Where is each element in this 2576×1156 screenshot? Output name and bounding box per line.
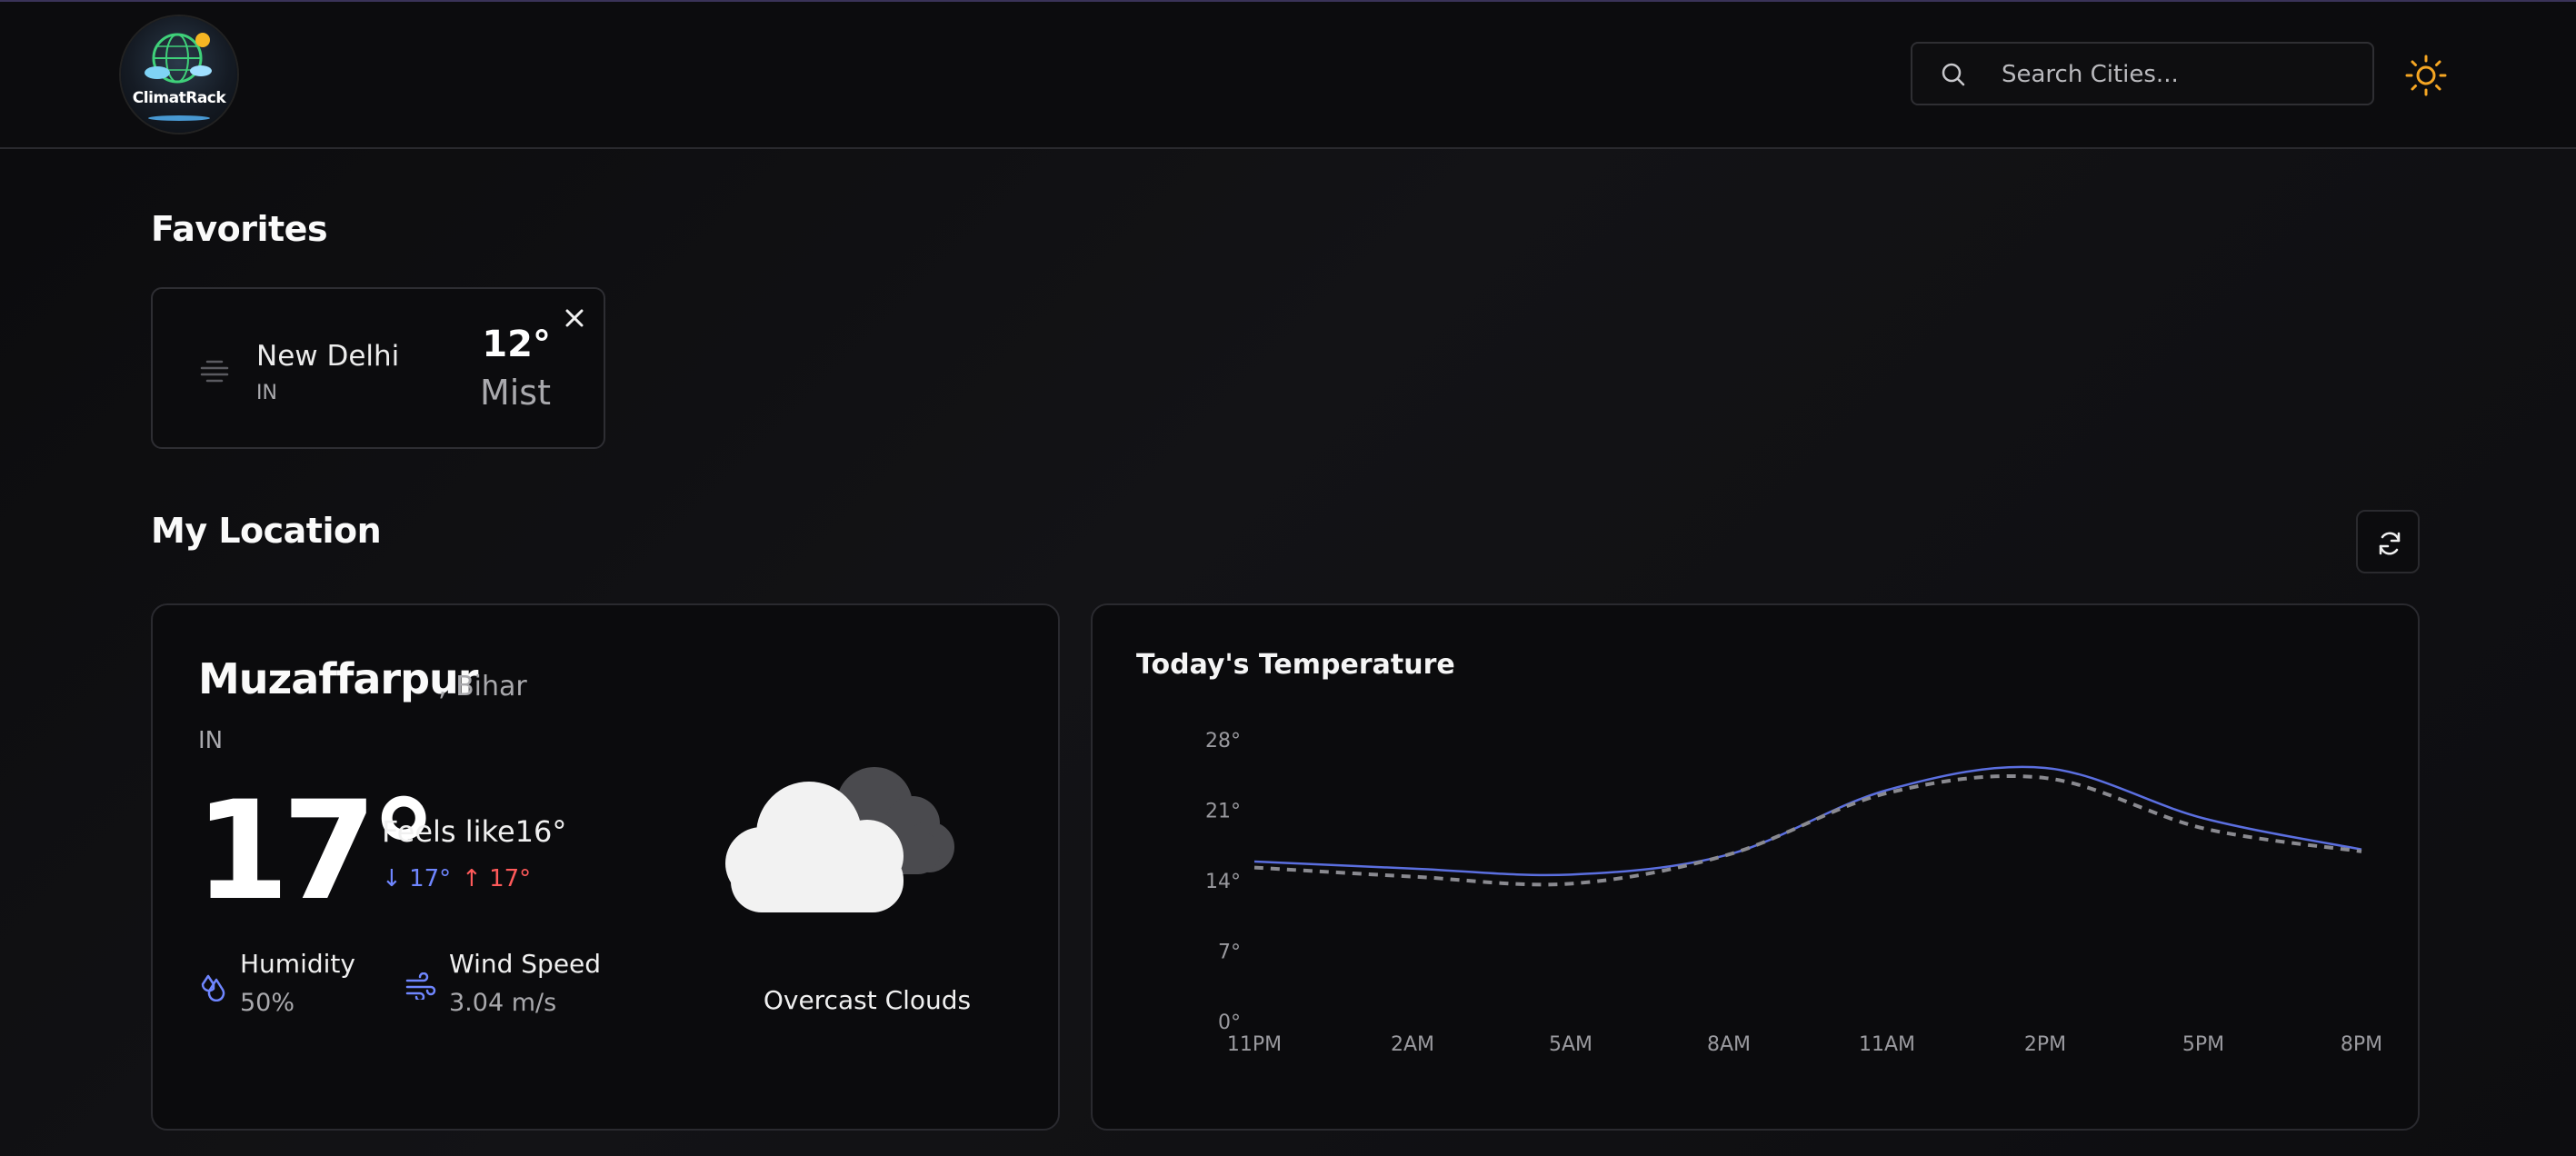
min-temperature-value: 17°: [409, 865, 452, 892]
y-tick-label: 28°: [1205, 730, 1241, 752]
min-temperature: ↓ 17°: [382, 865, 451, 892]
app-logo[interactable]: ClimatRack: [121, 16, 237, 133]
max-temperature: ↑ 17°: [462, 865, 531, 892]
droplets-icon: [201, 974, 225, 1002]
x-tick-label: 11AM: [1859, 1033, 1915, 1056]
humidity-value: 50%: [240, 989, 295, 1017]
close-icon[interactable]: [562, 305, 587, 331]
y-tick-label: 7°: [1218, 942, 1241, 964]
overcast-clouds-icon: [725, 767, 954, 912]
search-input[interactable]: [2000, 44, 2358, 105]
y-tick-label: 21°: [1205, 801, 1241, 823]
search-box[interactable]: [1911, 42, 2374, 105]
x-tick-label: 2AM: [1391, 1033, 1434, 1056]
favorite-city-name: New Delhi: [256, 340, 400, 373]
mist-icon: [200, 360, 229, 383]
x-tick-label: 5AM: [1549, 1033, 1593, 1056]
globe-logo-icon: [145, 33, 212, 121]
my-location-heading: My Location: [151, 511, 382, 551]
x-tick-label: 8PM: [2341, 1033, 2382, 1056]
favorite-city-temp: 12°: [482, 324, 551, 365]
weather-condition-label: Overcast Clouds: [763, 985, 972, 1015]
current-temperature: 17°: [195, 772, 438, 931]
logo-text: ClimatRack: [132, 89, 226, 107]
favorite-city-country: IN: [256, 382, 277, 404]
wind-icon: [405, 972, 436, 1000]
location-country: IN: [198, 727, 224, 754]
x-tick-label: 5PM: [2182, 1033, 2224, 1056]
favorite-city-condition: Mist: [479, 373, 551, 413]
x-tick-label: 2PM: [2024, 1033, 2066, 1056]
y-tick-label: 0°: [1218, 1012, 1241, 1034]
arrow-down-icon: ↓: [382, 865, 402, 892]
x-tick-label: 11PM: [1227, 1033, 1282, 1056]
refresh-icon: [2379, 532, 2401, 555]
location-region: , Bihar: [438, 671, 527, 703]
y-tick-label: 14°: [1205, 871, 1241, 893]
sun-theme-toggle-icon[interactable]: [2403, 53, 2449, 98]
feels-like-text: Feels like16°: [382, 814, 567, 849]
favorites-heading: Favorites: [151, 209, 328, 249]
max-temperature-value: 17°: [489, 865, 532, 892]
location-city-name: Muzaffarpur: [198, 654, 478, 703]
wind-speed-value: 3.04 m/s: [449, 989, 557, 1017]
x-tick-label: 8AM: [1707, 1033, 1751, 1056]
favorite-city-card[interactable]: New Delhi IN 12° Mist: [151, 287, 605, 449]
humidity-label: Humidity: [240, 949, 355, 979]
current-weather-card: Muzaffarpur , Bihar IN 17° Feels like16°…: [151, 603, 1060, 1131]
wind-speed-label: Wind Speed: [449, 949, 602, 979]
app-header: ClimatRack: [0, 2, 2576, 149]
refresh-button[interactable]: [2356, 510, 2420, 573]
temperature-chart-card: Today's Temperature 0° 7° 14° 21° 28° 11PM 2AM…: [1091, 603, 2420, 1131]
temperature-line-chart: 0° 7° 14° 21° 28° 11PM 2AM 5AM 8AM 11AM 2PM 5PM 8PM: [1205, 730, 2382, 1056]
arrow-up-icon: ↑: [462, 865, 482, 892]
search-icon: [1942, 63, 1965, 86]
